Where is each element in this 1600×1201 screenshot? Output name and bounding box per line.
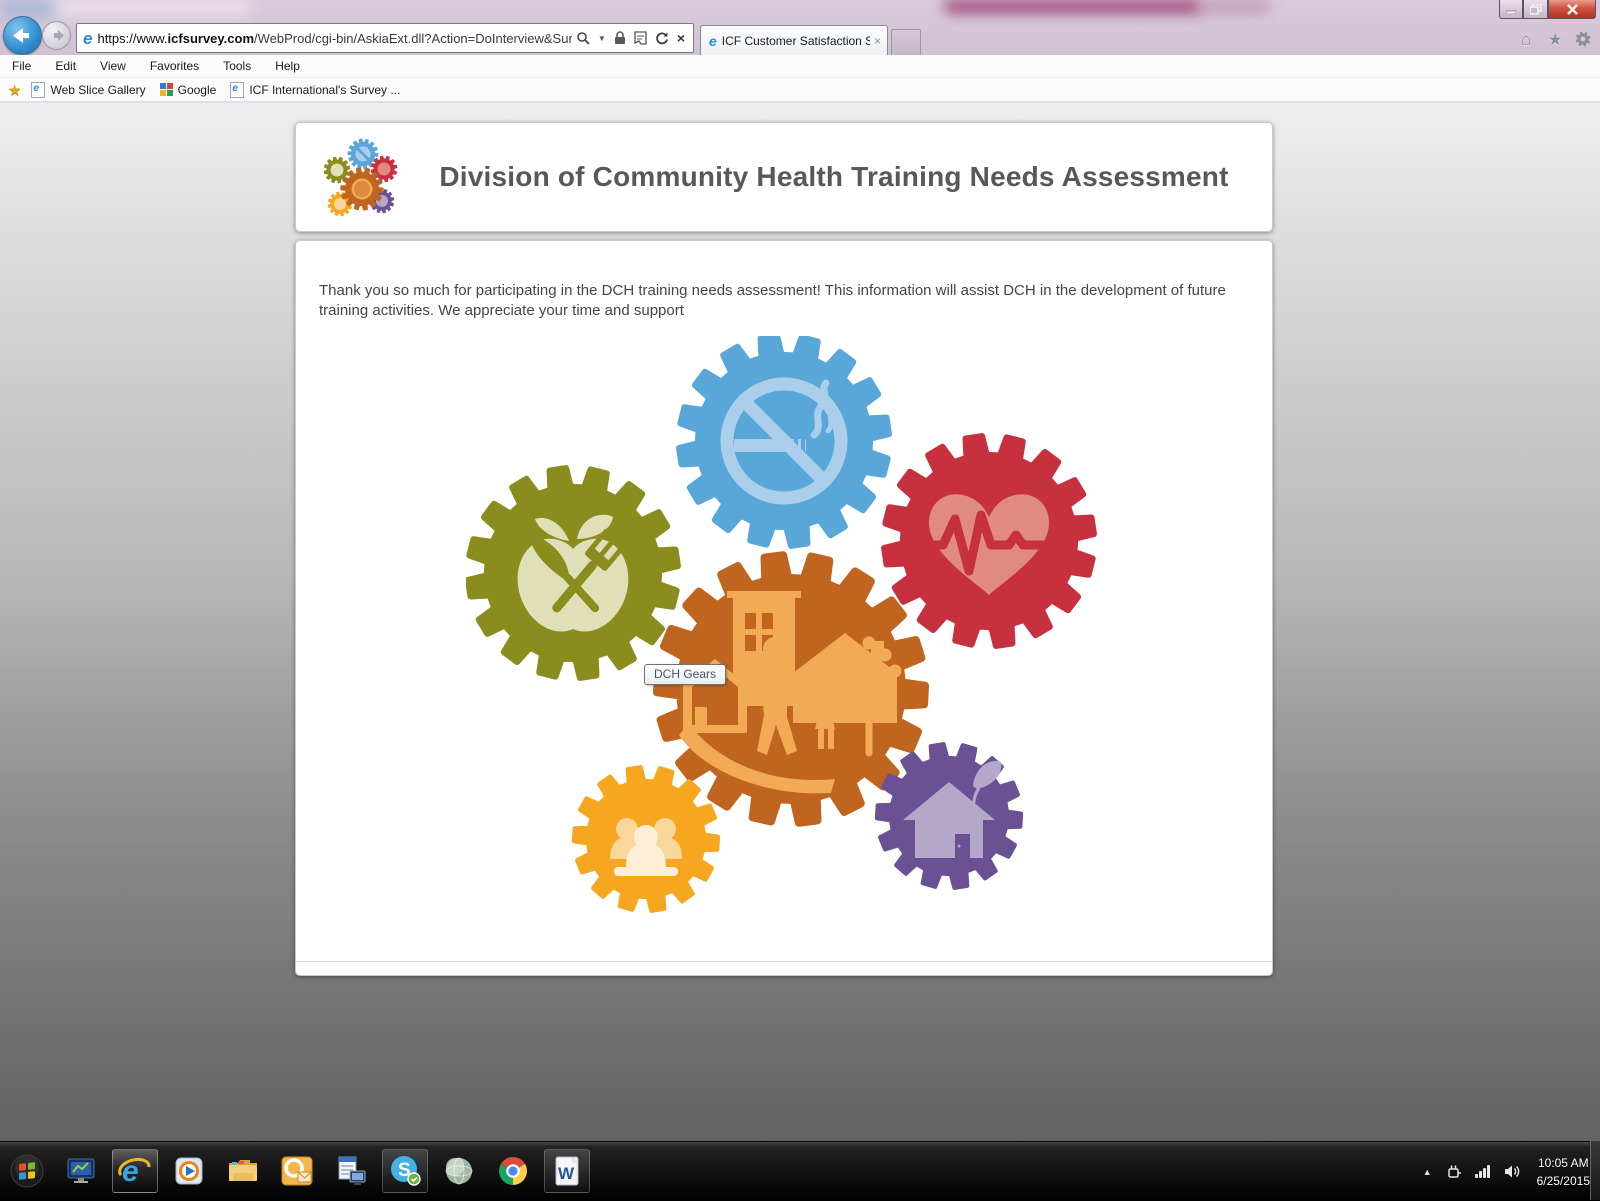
favorites-bar: ★ eWeb Slice Gallery Google eICF Interna… [0, 78, 1600, 101]
nutrition-gear [468, 468, 678, 678]
taskbar-cisco-anyconnect-icon[interactable] [436, 1149, 482, 1193]
survey-body-card: Thank you so much for participating in t… [295, 240, 1273, 976]
survey-header-card: Division of Community Health Training Ne… [295, 122, 1273, 232]
healthy-homes-gear [877, 744, 1021, 888]
taskbar-media-player-icon[interactable] [166, 1149, 212, 1193]
dch-gears-logo [318, 137, 402, 226]
lock-icon [614, 31, 626, 45]
taskbar-file-explorer-icon[interactable] [220, 1149, 266, 1193]
taskbar-outlook-icon[interactable] [274, 1149, 320, 1193]
back-arrow-icon [4, 17, 41, 54]
volume-icon[interactable] [1503, 1164, 1521, 1179]
stop-icon[interactable]: × [677, 30, 685, 46]
close-button[interactable] [1548, 0, 1596, 19]
new-tab-button[interactable] [891, 29, 921, 57]
windows-logo-icon [9, 1153, 45, 1189]
clock-date: 6/25/2015 [1537, 1172, 1590, 1190]
tab-favicon-icon: e [709, 34, 717, 48]
refresh-icon[interactable] [655, 31, 669, 45]
page-background: Division of Community Health Training Ne… [0, 103, 1600, 1141]
restore-button[interactable] [1523, 0, 1548, 19]
svg-text:W: W [558, 1164, 575, 1183]
search-icon[interactable] [576, 31, 590, 45]
menu-tools[interactable]: Tools [211, 59, 263, 73]
tab-title: ICF Customer Satisfaction S... [722, 34, 870, 48]
favorite-web-slice-gallery[interactable]: eWeb Slice Gallery [31, 82, 145, 98]
taskbar-word-icon[interactable]: W [544, 1149, 590, 1193]
menu-view[interactable]: View [88, 59, 138, 73]
network-signal-icon[interactable] [1475, 1165, 1491, 1178]
back-button[interactable] [3, 16, 42, 55]
menu-help[interactable]: Help [263, 59, 312, 73]
power-plug-icon[interactable] [1446, 1163, 1463, 1180]
ie-favicon: e [83, 30, 92, 47]
tab-icf-customer-satisfaction[interactable]: e ICF Customer Satisfaction S... × [700, 25, 888, 55]
home-icon[interactable]: ⌂ [1521, 30, 1531, 50]
tray-expand-icon[interactable]: ▲ [1423, 1167, 1432, 1177]
start-button[interactable] [4, 1149, 50, 1193]
forward-arrow-icon [43, 22, 70, 49]
heart-health-gear [884, 436, 1094, 646]
show-desktop-button[interactable] [1590, 1141, 1600, 1200]
search-dropdown-icon[interactable]: ▼ [598, 34, 606, 43]
system-tray: ▲ 10:05 AM 6/25/2015 [1423, 1142, 1590, 1201]
intro-text: Thank you so much for participating in t… [319, 281, 1239, 321]
taskbar-task-checklist-icon[interactable] [328, 1149, 374, 1193]
page-title: Division of Community Health Training Ne… [416, 161, 1252, 193]
settings-gear-icon[interactable] [1575, 31, 1591, 52]
clock-time: 10:05 AM [1537, 1154, 1590, 1172]
dch-gears-tooltip: DCH Gears [644, 664, 726, 685]
taskbar-clock[interactable]: 10:05 AM 6/25/2015 [1537, 1154, 1590, 1190]
dch-gears-graphic [466, 336, 1106, 916]
google-icon [160, 83, 173, 96]
address-bar[interactable]: e https://www.icfsurvey.com/WebProd/cgi-… [76, 23, 694, 53]
tab-close-icon[interactable]: × [874, 34, 881, 48]
url-text[interactable]: https://www.icfsurvey.com/WebProd/cgi-bi… [97, 31, 571, 46]
favorite-icf-survey[interactable]: eICF International's Survey ... [230, 82, 400, 98]
minimize-button[interactable] [1499, 0, 1523, 19]
taskbar-presentation-icon[interactable] [58, 1149, 104, 1193]
taskbar-internet-explorer-icon[interactable]: e [112, 1149, 158, 1193]
favorite-google[interactable]: Google [160, 83, 217, 97]
people-gear [574, 767, 718, 911]
ie-page-icon: e [230, 82, 244, 98]
favorites-star-icon[interactable]: ★ [1548, 30, 1562, 50]
windows-taskbar: e S W ▲ 10:05 AM 6/25/2015 [0, 1141, 1600, 1201]
forward-button-disabled[interactable] [42, 21, 71, 50]
compatibility-view-icon[interactable] [634, 31, 647, 45]
favorites-bar-star-icon[interactable]: ★ [8, 81, 21, 99]
no-smoking-gear [679, 336, 889, 546]
taskbar-chrome-icon[interactable] [490, 1149, 536, 1193]
taskbar-skype-icon[interactable]: S [382, 1149, 428, 1193]
card-footer-divider [296, 961, 1272, 962]
menu-bar: File Edit View Favorites Tools Help [0, 55, 1600, 78]
menu-edit[interactable]: Edit [43, 59, 88, 73]
menu-file[interactable]: File [0, 59, 43, 73]
ie-page-icon: e [31, 82, 45, 98]
menu-favorites[interactable]: Favorites [138, 59, 211, 73]
